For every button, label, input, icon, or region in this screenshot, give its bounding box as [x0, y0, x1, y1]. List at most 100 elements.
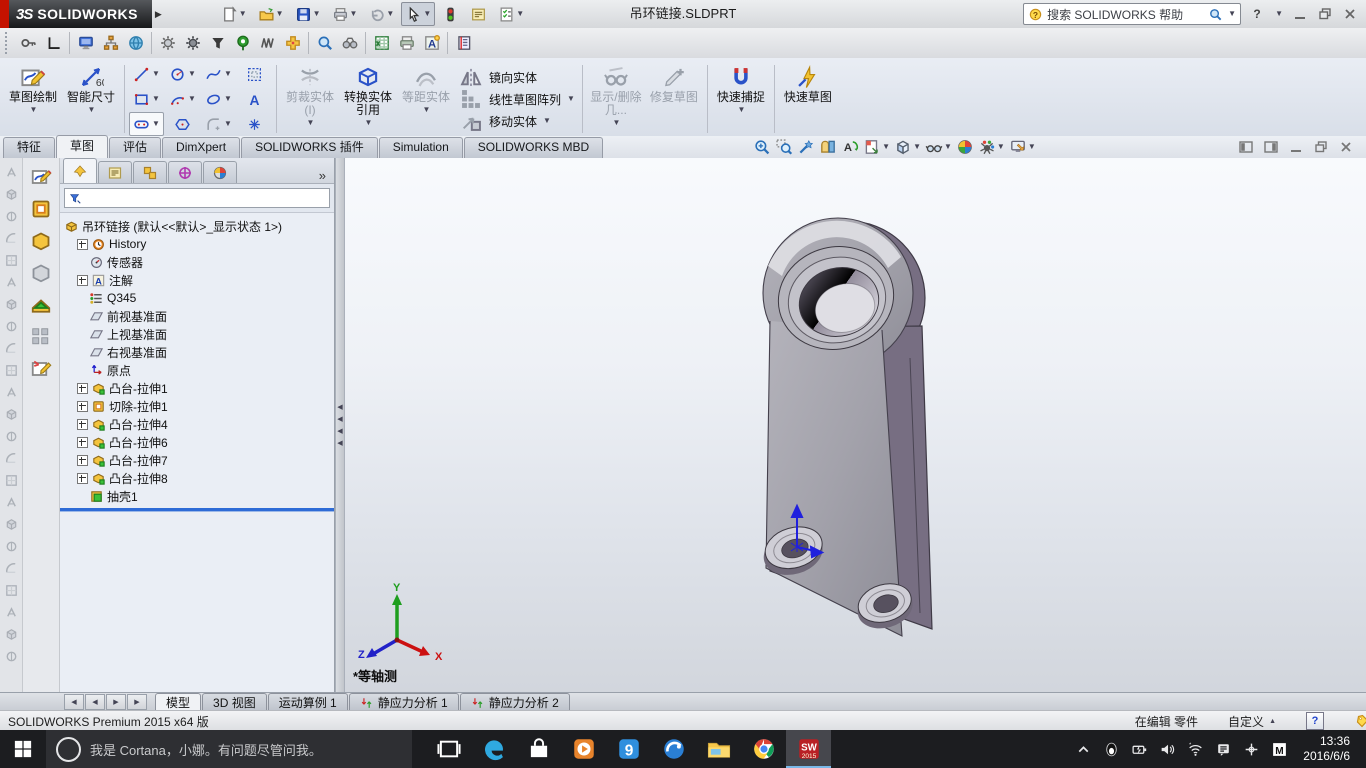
pane-split-left-button[interactable] — [1238, 139, 1254, 155]
expand-toggle[interactable] — [77, 382, 88, 394]
tree-item-上视基准面[interactable]: 上视基准面 — [64, 325, 334, 343]
help-button[interactable]: ? — [1249, 6, 1265, 22]
edge-button[interactable] — [471, 730, 516, 768]
close-button[interactable] — [1342, 6, 1358, 22]
fillet-button[interactable]: ▼ — [201, 112, 236, 136]
previous-view-button[interactable] — [796, 137, 816, 157]
binoculars-button[interactable] — [337, 31, 362, 56]
spline-button[interactable]: ▼ — [201, 62, 236, 86]
taskbar-clock[interactable]: 13:36 2016/6/6 — [1299, 734, 1360, 764]
status-custom-button[interactable]: 自定义 ▲ — [1228, 713, 1276, 730]
hierarchy-button[interactable] — [98, 31, 123, 56]
pin-button[interactable] — [230, 31, 255, 56]
file-properties-button[interactable] — [466, 2, 491, 26]
pane-split-right-button[interactable] — [1263, 139, 1279, 155]
featuremanager-tab[interactable] — [63, 158, 97, 183]
hole-tool-icon[interactable] — [4, 583, 19, 598]
notes-icon[interactable] — [1215, 741, 1232, 758]
volume-icon[interactable] — [1159, 741, 1176, 758]
rectangle-button[interactable]: ▼ — [129, 87, 164, 111]
qq-pinyin-button[interactable]: 9 — [606, 730, 651, 768]
tree-item-切除-拉伸1[interactable]: 切除-拉伸1 — [64, 397, 334, 415]
status-help-icon[interactable]: ? — [1306, 712, 1324, 730]
smart-dimension-button[interactable]: 60 智能尺寸▼ — [62, 60, 120, 138]
text-style-button[interactable]: A — [419, 31, 444, 56]
input-indicator-icon[interactable] — [1243, 741, 1260, 758]
store-button[interactable] — [516, 730, 561, 768]
edit-appearance-button[interactable] — [955, 137, 975, 157]
spring-button[interactable] — [255, 31, 280, 56]
menu-expand-arrow[interactable]: ▶ — [155, 9, 162, 20]
traffic-light-button[interactable] — [438, 2, 463, 26]
flip-tool-icon[interactable] — [4, 363, 19, 378]
new-document-button[interactable]: ▼ — [217, 2, 251, 26]
tree-item-凸台-拉伸4[interactable]: 凸台-拉伸4 — [64, 415, 334, 433]
panel-tabs-overflow-button[interactable]: » — [319, 168, 334, 183]
search-magnifier-icon[interactable] — [1208, 7, 1223, 22]
file-explorer-button[interactable] — [696, 730, 741, 768]
polygon-button[interactable] — [165, 112, 200, 136]
graphics-viewport[interactable]: Y Z X *等轴测 — [345, 158, 1366, 692]
study-tab-静应力分析1[interactable]: 静应力分析 1 — [348, 693, 459, 711]
panel-splitter[interactable]: ◀ ◀ ◀ ◀ — [335, 158, 345, 692]
trim-entities-button[interactable]: 剪裁实体(I) ▼ — [281, 60, 339, 138]
view-settings-button[interactable]: ▼ — [1008, 137, 1037, 157]
tab-草图[interactable]: 草图 — [56, 135, 109, 158]
repair-sketch-button[interactable]: 修复草图 — [645, 60, 703, 138]
pattern-gray-icon[interactable] — [29, 325, 53, 349]
linear-sketch-pattern-button[interactable]: 线性草图阵列 ▼ — [458, 90, 575, 108]
configurationmanager-tab[interactable] — [133, 161, 167, 183]
point-button[interactable] — [237, 112, 272, 136]
next-tab-button[interactable]: ▶ — [106, 693, 126, 710]
tree-item-传感器[interactable]: 传感器 — [64, 253, 334, 271]
tab-Simulation[interactable]: Simulation — [378, 137, 463, 158]
study-tab-运动算例1[interactable]: 运动算例 1 — [267, 693, 348, 711]
thread-tool-icon[interactable] — [4, 605, 19, 620]
study-tab-模型[interactable]: 模型 — [155, 693, 202, 711]
select-button[interactable]: ▼ — [401, 2, 436, 26]
wedge-green-icon[interactable] — [29, 293, 53, 317]
scale-tool-icon[interactable] — [4, 561, 19, 576]
ime-icon[interactable]: M — [1271, 741, 1288, 758]
sketch-text-button[interactable]: A — [237, 87, 272, 111]
slot-button[interactable]: ▼ — [129, 112, 164, 136]
hook-tool-icon[interactable] — [4, 319, 19, 334]
wedge-tool-icon[interactable] — [4, 231, 19, 246]
magnet-tool-icon[interactable] — [4, 275, 19, 290]
gear-button[interactable] — [155, 31, 180, 56]
view-orientation-button[interactable]: ▼ — [893, 137, 922, 157]
solidworks-button[interactable]: SW 2015 — [786, 730, 831, 768]
chrome-button[interactable] — [741, 730, 786, 768]
pane-restore-button[interactable] — [1313, 139, 1329, 155]
qq-icon[interactable] — [1103, 741, 1120, 758]
arrow-tool-icon[interactable] — [4, 165, 19, 180]
tree-item-凸台-拉伸6[interactable]: 凸台-拉伸6 — [64, 433, 334, 451]
print-button[interactable]: ▼ — [328, 2, 362, 26]
spreadsheet-button[interactable] — [369, 31, 394, 56]
tree-item-抽壳1[interactable]: 抽壳1 — [64, 487, 334, 505]
restore-button[interactable] — [1317, 6, 1333, 22]
gear-dark-button[interactable] — [180, 31, 205, 56]
apply-scene-button[interactable]: ▼ — [862, 137, 891, 157]
toolbar-drag-handle[interactable] — [5, 32, 11, 54]
feature-filter-input[interactable] — [64, 188, 330, 208]
draft-tool-icon[interactable] — [4, 473, 19, 488]
first-tab-button[interactable]: ◀ — [64, 693, 84, 710]
previous-tab-button[interactable]: ◀ — [85, 693, 105, 710]
stud-tool-icon[interactable] — [4, 627, 19, 642]
monitor-button[interactable] — [73, 31, 98, 56]
corner-ruler-button[interactable] — [41, 31, 66, 56]
expand-toggle[interactable] — [77, 436, 88, 448]
zoom-area-button[interactable] — [774, 137, 794, 157]
display-delete-relations-button[interactable]: 显示/删除几... ▼ — [587, 60, 645, 138]
pane-close-button[interactable] — [1338, 139, 1354, 155]
search-input[interactable]: ? 搜索 SOLIDWORKS 帮助 ▼ — [1023, 3, 1242, 25]
globe-button[interactable] — [123, 31, 148, 56]
corner-tool-icon[interactable] — [4, 253, 19, 268]
browser-button[interactable] — [651, 730, 696, 768]
media-player-button[interactable] — [561, 730, 606, 768]
convert-entities-button[interactable]: 转换实体引用 ▼ — [339, 60, 397, 138]
tree-item-History[interactable]: History — [64, 235, 334, 253]
section-view-button[interactable] — [818, 137, 838, 157]
open-button[interactable]: ▼ — [254, 2, 288, 26]
